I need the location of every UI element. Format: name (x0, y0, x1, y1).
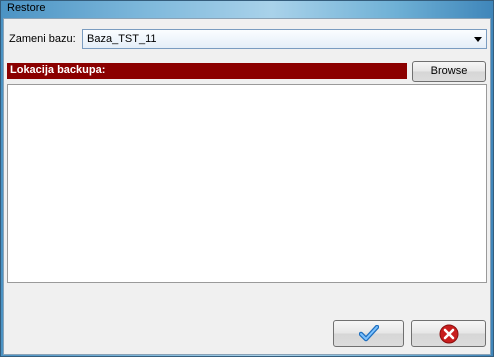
chevron-down-icon[interactable] (474, 37, 482, 42)
database-label: Zameni bazu: (9, 33, 76, 45)
database-select[interactable]: Baza_TST_11 (82, 29, 487, 49)
backup-location-field[interactable] (7, 84, 487, 283)
backup-location-label: Lokacija backupa: (10, 64, 106, 76)
ok-button[interactable] (333, 320, 404, 347)
backup-location-banner: Lokacija backupa: (7, 63, 407, 79)
cancel-button[interactable] (411, 320, 486, 347)
dialog-body: Zameni bazu: Baza_TST_11 Lokacija backup… (3, 18, 491, 355)
checkmark-icon (358, 324, 379, 341)
title-bar[interactable]: Restore (1, 1, 493, 18)
window-title: Restore (7, 2, 46, 14)
restore-window: Restore Zameni bazu: Baza_TST_11 Lokacij… (0, 0, 494, 357)
database-select-value: Baza_TST_11 (87, 33, 157, 45)
browse-button[interactable]: Browse (412, 61, 486, 82)
close-circle-icon (439, 324, 458, 343)
